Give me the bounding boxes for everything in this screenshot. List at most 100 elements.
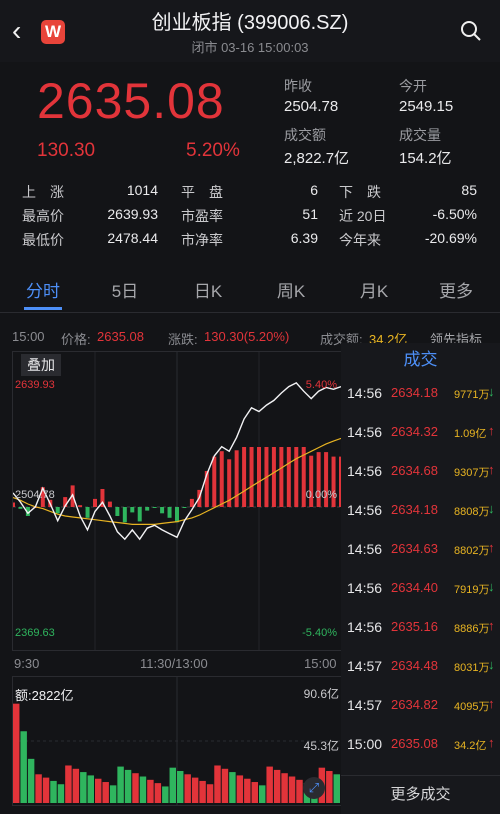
volume-bar [244, 778, 251, 803]
volume-bar [221, 768, 229, 803]
tab-intraday[interactable]: 分时 [20, 277, 66, 302]
volume-bar [333, 774, 340, 803]
volume-bar [236, 775, 244, 803]
diff-bar [85, 507, 90, 518]
volume-bar [273, 769, 281, 803]
chart-tabs: 分时 5日 日K 周K 月K 更多 [0, 264, 500, 313]
axis-mid-price: 2504.78 [15, 489, 55, 501]
volume-bar [132, 773, 139, 803]
diff-bar [167, 507, 172, 518]
diff-bar [13, 502, 15, 507]
diff-bar [137, 507, 142, 522]
volume-bar [42, 777, 50, 803]
time-mid: 11:30/13:00 [140, 656, 208, 671]
trade-volume: 4095万 [454, 701, 490, 713]
diff-bar [182, 507, 187, 508]
volume-label: 成交量 [399, 127, 441, 143]
intraday-chart[interactable]: 叠加 2639.93 5.40% 2504.78 0.00% 2369.63 -… [12, 351, 342, 651]
info-chg-label: 涨跌: [168, 332, 198, 347]
diff-bar [242, 447, 247, 507]
volume-bar [281, 773, 288, 803]
volume-bar [139, 776, 147, 803]
price-change: 130.30 [37, 140, 96, 161]
tab-weekly-k[interactable]: 周K [268, 277, 314, 302]
back-icon[interactable]: ‹ [12, 16, 42, 46]
trade-volume: 7919万 [454, 584, 490, 596]
market-status: 闭市 03-16 15:00:03 [191, 40, 309, 55]
trade-volume: 9307万 [454, 467, 490, 479]
diff-bar [234, 450, 239, 507]
trade-time: 14:56 [347, 580, 383, 596]
low-value: 2478.44 [107, 230, 158, 246]
trade-row: 14:56 2634.40 7919万 ↓ [341, 570, 500, 608]
diff-bar [93, 498, 97, 507]
volume-bar [154, 783, 162, 803]
trade-time: 14:57 [347, 658, 383, 674]
diff-bar [279, 447, 284, 507]
arrow-down-icon: ↓ [488, 501, 495, 516]
trade-time: 14:56 [347, 424, 383, 440]
trades-panel: 成交 14:56 2634.18 9771万 ↓ 14:56 2634.32 1.09亿 ↑ 1… [341, 343, 500, 814]
trade-volume: 8808万 [454, 506, 490, 518]
volume-bar [117, 766, 124, 803]
volume-bar [27, 758, 35, 803]
trade-row: 14:56 2634.32 1.09亿 ↑ [341, 414, 500, 452]
d20-value: -6.50% [432, 206, 477, 222]
axis-top-price: 2639.93 [15, 379, 55, 391]
info-chg: 130.30(5.20%) [204, 329, 290, 344]
prev-close-value: 2504.78 [284, 98, 339, 115]
fullscreen-icon[interactable]: ⤢ [303, 777, 325, 799]
diff-bar [160, 507, 165, 514]
diff-bar [212, 456, 217, 507]
axis-bottom-price: 2369.63 [15, 627, 55, 639]
arrow-up-icon: ↑ [488, 462, 495, 477]
trade-price: 2634.82 [391, 697, 438, 712]
arrow-down-icon: ↓ [488, 657, 495, 672]
pe-value: 51 [302, 206, 318, 222]
flat-label: 平 盘 [181, 184, 223, 200]
pb-value: 6.39 [290, 230, 318, 246]
open-label: 今开 [399, 78, 427, 94]
ytd-label: 今年来 [339, 232, 381, 248]
tab-daily-k[interactable]: 日K [185, 277, 231, 302]
time-start: 9:30 [14, 656, 40, 671]
tab-monthly-k[interactable]: 月K [351, 277, 397, 302]
diff-bar [55, 507, 60, 514]
search-icon[interactable] [460, 20, 482, 42]
volume-max-label: 90.6亿 [303, 687, 339, 701]
volume-bar [288, 776, 296, 803]
diff-bar [107, 501, 112, 507]
volume-bar [266, 766, 273, 803]
arrow-up-icon: ↑ [488, 618, 495, 633]
trade-row: 14:56 2634.68 9307万 ↑ [341, 453, 500, 491]
volume-bar [95, 778, 102, 803]
price-change-pct: 5.20% [186, 140, 240, 161]
diff-bar [189, 498, 194, 507]
volume-bar [206, 784, 214, 803]
pb-label: 市净率 [181, 232, 223, 248]
trade-row: 14:56 2634.18 9771万 ↓ [341, 375, 500, 413]
diff-bar [122, 507, 127, 523]
current-price: 2635.08 [37, 73, 225, 129]
volume-bar [50, 780, 57, 803]
trade-time: 14:57 [347, 697, 383, 713]
overlay-button[interactable]: 叠加 [21, 354, 61, 376]
trade-time: 15:00 [347, 736, 383, 752]
trade-time: 14:56 [347, 502, 383, 518]
trade-row: 14:56 2634.18 8808万 ↓ [341, 492, 500, 530]
trade-price: 2634.48 [391, 658, 438, 673]
trades-title: 成交 [403, 350, 438, 369]
open-value: 2549.15 [399, 98, 454, 115]
volume-chart[interactable]: 额:2822亿 90.6亿 45.3亿 ⤢ [12, 676, 342, 806]
prev-close-label: 昨收 [284, 78, 312, 94]
axis-bottom-pct: -5.40% [302, 627, 337, 639]
more-trades-button[interactable]: 更多成交 [341, 775, 500, 814]
volume-bar [326, 770, 333, 803]
tab-5day[interactable]: 5日 [102, 277, 148, 302]
tab-more[interactable]: 更多 [433, 277, 479, 302]
trade-volume: 1.09亿 [454, 428, 487, 440]
time-end: 15:00 [304, 656, 337, 671]
trade-row: 14:56 2634.63 8802万 ↑ [341, 531, 500, 569]
trade-volume: 34.2亿 [454, 740, 487, 752]
app-logo-icon[interactable]: W [41, 20, 65, 44]
